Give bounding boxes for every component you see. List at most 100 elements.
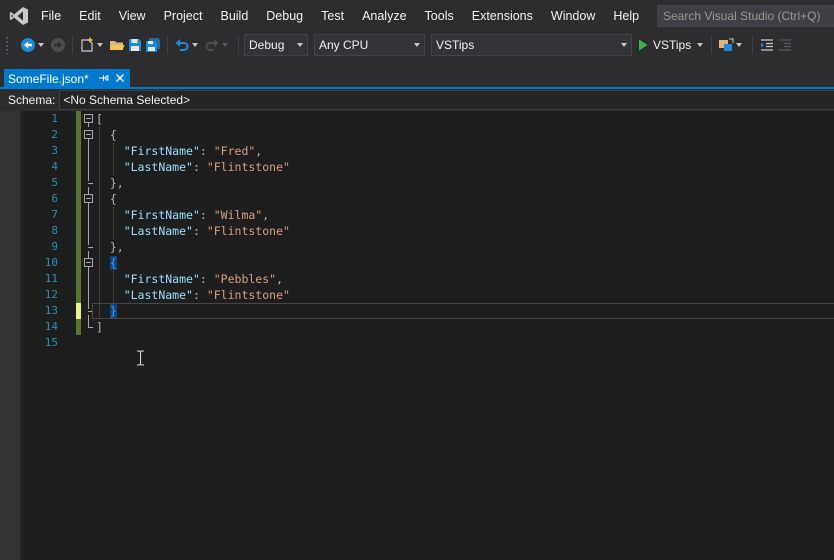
saved-change-marker <box>76 319 81 335</box>
line-number: 4 <box>51 160 58 173</box>
menu-edit[interactable]: Edit <box>70 0 110 32</box>
menu-project[interactable]: Project <box>155 0 212 32</box>
menu-window[interactable]: Window <box>542 0 604 32</box>
startup-project-dropdown[interactable]: VSTips <box>431 34 632 56</box>
redo-dropdown-icon[interactable] <box>221 36 229 54</box>
line-number: 5 <box>51 176 58 189</box>
visual-studio-logo-icon[interactable] <box>0 0 38 32</box>
unsaved-change-marker <box>76 303 81 319</box>
save-all-icon[interactable] <box>144 36 162 54</box>
undo-dropdown-icon[interactable] <box>191 36 199 54</box>
code-editor[interactable]: 1 2 3 4 5 6 7 8 9 10 11 12 13 14 15 [ { … <box>0 111 834 560</box>
menu-extensions[interactable]: Extensions <box>463 0 542 32</box>
line-number-gutter: 1 2 3 4 5 6 7 8 9 10 11 12 13 14 15 <box>22 111 58 560</box>
outline-line <box>88 187 89 194</box>
line-number: 8 <box>51 224 58 237</box>
solution-platform-dropdown[interactable]: Any CPU <box>314 34 425 56</box>
menu-file[interactable]: File <box>38 0 70 32</box>
toolbar-separator <box>711 36 713 54</box>
outline-line <box>88 267 89 309</box>
outline-line <box>88 139 89 181</box>
code-line: [ <box>96 112 103 126</box>
line-number: 9 <box>51 240 58 253</box>
toolbar-separator <box>72 36 73 54</box>
start-debugging-label: VSTips <box>653 38 692 52</box>
indent-icon[interactable] <box>758 36 776 54</box>
saved-change-marker <box>76 111 81 303</box>
outline-line <box>88 251 89 258</box>
back-icon[interactable] <box>19 36 37 54</box>
collapse-region-icon[interactable] <box>84 258 93 267</box>
code-line: { <box>109 192 117 206</box>
document-tab-strip: SomeFile.json* <box>0 58 834 89</box>
forward-icon[interactable] <box>49 36 67 54</box>
browser-link-icon[interactable] <box>717 36 735 54</box>
line-number: 11 <box>44 272 58 285</box>
toolbar-separator <box>752 36 754 54</box>
standard-toolbar: Debug Any CPU VSTips VSTips <box>0 32 834 58</box>
open-folder-icon[interactable] <box>108 36 126 54</box>
current-line-highlight <box>92 303 834 319</box>
toolbar-grip[interactable] <box>5 36 9 54</box>
outline-line <box>88 203 89 245</box>
line-number: 15 <box>44 336 58 349</box>
solution-platform-value: Any CPU <box>319 38 369 52</box>
tab-title: SomeFile.json* <box>8 71 89 86</box>
pin-icon[interactable] <box>98 72 110 84</box>
solution-configuration-value: Debug <box>249 38 285 52</box>
collapse-region-icon[interactable] <box>84 130 93 139</box>
code-line: } <box>109 304 117 318</box>
menu-help[interactable]: Help <box>604 0 648 32</box>
menu-build[interactable]: Build <box>211 0 257 32</box>
menu-analyze[interactable]: Analyze <box>353 0 415 32</box>
start-dropdown-icon[interactable] <box>697 43 704 47</box>
menu-debug[interactable]: Debug <box>257 0 312 32</box>
text-cursor-icon <box>136 350 145 366</box>
code-line: "FirstName": "Pebbles", <box>123 272 283 286</box>
collapse-region-icon[interactable] <box>84 194 93 203</box>
chevron-down-icon <box>414 43 420 47</box>
play-icon <box>639 39 648 51</box>
code-line: "LastName": "Flintstone" <box>123 160 290 174</box>
undo-icon[interactable] <box>173 36 191 54</box>
menu-tools[interactable]: Tools <box>416 0 463 32</box>
code-line: "FirstName": "Fred", <box>123 144 263 158</box>
schema-bar: Schema: <No Schema Selected> <box>0 89 834 111</box>
menu-view[interactable]: View <box>110 0 155 32</box>
outline-line <box>88 123 89 127</box>
line-number: 12 <box>44 288 58 301</box>
close-icon[interactable] <box>114 72 126 84</box>
outline-line <box>88 315 89 327</box>
save-icon[interactable] <box>126 36 144 54</box>
redo-icon[interactable] <box>203 36 221 54</box>
code-line: "LastName": "Flintstone" <box>123 224 290 238</box>
line-number: 2 <box>51 128 58 141</box>
new-project-dropdown-icon[interactable] <box>96 36 104 54</box>
start-debugging-button[interactable]: VSTips <box>634 34 704 56</box>
line-number: 14 <box>44 320 58 333</box>
toolbar-separator <box>238 36 239 54</box>
chevron-down-icon <box>297 43 303 47</box>
collapse-region-icon[interactable] <box>84 114 93 123</box>
line-number: 3 <box>51 144 58 157</box>
browser-link-dropdown-icon[interactable] <box>735 36 743 54</box>
new-project-icon[interactable] <box>78 36 96 54</box>
indicator-margin[interactable] <box>0 111 20 560</box>
code-line: "LastName": "Flintstone" <box>123 288 290 302</box>
menu-bar: File Edit View Project Build Debug Test … <box>0 0 834 32</box>
outline-end-tick <box>88 327 93 328</box>
schema-selector-dropdown[interactable]: <No Schema Selected> <box>59 90 834 110</box>
code-line: ] <box>96 320 103 334</box>
line-number: 10 <box>44 256 58 269</box>
line-number: 7 <box>51 208 58 221</box>
chevron-down-icon <box>621 43 627 47</box>
back-dropdown-icon[interactable] <box>37 36 45 54</box>
search-input[interactable]: Search Visual Studio (Ctrl+Q) <box>657 5 834 27</box>
code-line: { <box>109 256 117 270</box>
outline-end-tick <box>88 183 93 184</box>
line-number: 1 <box>51 112 58 125</box>
tab-somefile-json[interactable]: SomeFile.json* <box>4 69 130 88</box>
solution-configuration-dropdown[interactable]: Debug <box>244 34 308 56</box>
menu-test[interactable]: Test <box>312 0 353 32</box>
outdent-icon[interactable] <box>776 36 794 54</box>
